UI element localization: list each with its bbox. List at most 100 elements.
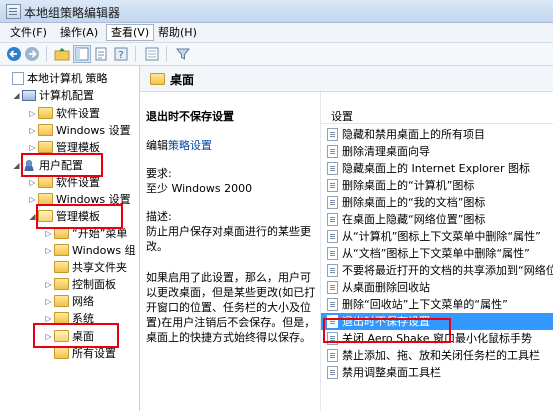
policy-setting-icon: [327, 144, 338, 158]
tree-windows-settings-computer[interactable]: ▷ Windows 设置: [28, 122, 131, 139]
setting-row[interactable]: 在桌面上隐藏“网络位置”图标: [327, 211, 553, 228]
tree-network[interactable]: ▷ 网络: [44, 293, 94, 310]
policy-setting-icon: [327, 280, 338, 294]
setting-label: 删除清理桌面向导: [342, 145, 430, 158]
up-folder-icon[interactable]: [54, 46, 70, 62]
setting-row[interactable]: 隐藏和禁用桌面上的所有项目: [327, 126, 553, 143]
expand-arrow-icon[interactable]: ▷: [44, 242, 53, 259]
setting-label: 禁用调整桌面工具栏: [342, 366, 441, 379]
policy-setting-icon: [327, 263, 338, 277]
help-icon[interactable]: ?: [113, 46, 129, 62]
toolbar: ?: [0, 43, 553, 66]
policy-setting-icon: [327, 161, 338, 175]
tree-computer-config[interactable]: ◢ 计算机配置: [12, 87, 94, 104]
tree-shared-folders[interactable]: 共享文件夹: [44, 259, 127, 276]
folder-icon: [54, 278, 69, 290]
policy-title: 退出时不保存设置: [146, 110, 234, 123]
menu-bar: 文件(F) 操作(A) 查看(V) 帮助(H): [0, 23, 553, 43]
folder-icon: [38, 176, 53, 188]
gpedit-window: 本地组策略编辑器 文件(F) 操作(A) 查看(V) 帮助(H) ? 本地计算机…: [0, 0, 553, 411]
policy-setting-icon: [327, 212, 338, 226]
export-list-icon[interactable]: [144, 46, 160, 62]
highlight-selected-setting: [323, 318, 451, 343]
policy-tree: 本地计算机 策略 ◢ 计算机配置 ▷ 软件设置 ▷ Windows 设置 ▷ 管理模板 …: [0, 66, 140, 411]
expand-arrow-icon[interactable]: ▷: [28, 122, 37, 139]
collapse-arrow-icon[interactable]: ◢: [12, 87, 21, 104]
highlight-admin-templates: [36, 204, 123, 229]
setting-label: 删除桌面上的“我的文档”图标: [342, 196, 486, 209]
policy-document-icon: [12, 71, 24, 85]
back-arrow-icon[interactable]: [6, 46, 22, 62]
policy-setting-icon: [327, 365, 338, 379]
setting-label: 不要将最近打开的文档的共享添加到“网络位: [342, 264, 553, 277]
description-detail: 如果启用了此设置，那么，用户可以更改桌面，但是某些更改(如已打开窗口的位置、任务…: [146, 271, 316, 344]
computer-icon: [22, 89, 36, 101]
tree-root[interactable]: 本地计算机 策略: [2, 70, 108, 87]
tree-windows-components[interactable]: ▷ Windows 组: [44, 242, 136, 259]
setting-label: 禁止添加、拖、放和关闭任务栏的工具栏: [342, 349, 540, 362]
setting-label: 从桌面删除回收站: [342, 281, 430, 294]
setting-label: 删除桌面上的“计算机”图标: [342, 179, 475, 192]
description-panel: 退出时不保存设置 编辑策略设置 要求: 至少 Windows 2000 描述: …: [140, 92, 320, 411]
collapse-arrow-icon[interactable]: ◢: [12, 157, 21, 174]
description-label: 描述:: [146, 210, 172, 223]
setting-row[interactable]: 从“计算机”图标上下文菜单中删除“属性”: [327, 228, 553, 245]
setting-label: 删除“回收站”上下文菜单的“属性”: [342, 298, 508, 311]
requirements-value: 至少 Windows 2000: [146, 182, 253, 195]
policy-setting-icon: [327, 195, 338, 209]
highlight-user-config: [21, 153, 103, 177]
setting-row[interactable]: 删除桌面上的“我的文档”图标: [327, 194, 553, 211]
setting-label: 从“文档”图标上下文菜单中删除“属性”: [342, 247, 530, 260]
setting-label: 隐藏和禁用桌面上的所有项目: [342, 128, 485, 141]
menu-view[interactable]: 查看(V): [106, 24, 155, 41]
settings-column-header[interactable]: 设置: [331, 108, 353, 124]
tree-software-settings-computer[interactable]: ▷ 软件设置: [28, 105, 100, 122]
setting-row[interactable]: 删除桌面上的“计算机”图标: [327, 177, 553, 194]
title-bar[interactable]: 本地组策略编辑器: [0, 0, 553, 23]
details-pane: 桌面 退出时不保存设置 编辑策略设置 要求: 至少 Windows 2000 描…: [140, 66, 553, 411]
details-header-title: 桌面: [170, 73, 195, 87]
edit-policy-link[interactable]: 策略设置: [168, 139, 212, 152]
expand-arrow-icon[interactable]: ▷: [44, 276, 53, 293]
setting-label: 隐藏桌面上的 Internet Explorer 图标: [342, 162, 530, 175]
edit-policy-line: 编辑策略设置: [146, 139, 212, 152]
folder-icon: [38, 107, 53, 119]
policy-setting-icon: [327, 348, 338, 362]
expand-arrow-icon[interactable]: ▷: [44, 293, 53, 310]
description-text: 防止用户保存对桌面进行的某些更改。: [146, 225, 311, 253]
menu-help[interactable]: 帮助(H): [154, 25, 201, 40]
setting-label: 在桌面上隐藏“网络位置”图标: [342, 213, 486, 226]
details-header: 桌面: [140, 66, 553, 92]
expand-arrow-icon[interactable]: ▷: [28, 105, 37, 122]
show-hide-tree-icon[interactable]: [73, 45, 91, 63]
setting-row[interactable]: 禁止添加、拖、放和关闭任务栏的工具栏: [327, 347, 553, 364]
policy-setting-icon: [327, 229, 338, 243]
filter-icon[interactable]: [175, 46, 191, 62]
menu-file[interactable]: 文件(F): [6, 25, 51, 40]
setting-row[interactable]: 删除“回收站”上下文菜单的“属性”: [327, 296, 553, 313]
menu-action[interactable]: 操作(A): [56, 25, 102, 40]
setting-row[interactable]: 不要将最近打开的文档的共享添加到“网络位: [327, 262, 553, 279]
folder-icon: [150, 73, 165, 85]
folder-icon: [38, 124, 53, 136]
setting-row[interactable]: 从“文档”图标上下文菜单中删除“属性”: [327, 245, 553, 262]
folder-icon: [54, 295, 69, 307]
tree-control-panel[interactable]: ▷ 控制面板: [44, 276, 116, 293]
setting-row[interactable]: 隐藏桌面上的 Internet Explorer 图标: [327, 160, 553, 177]
folder-icon: [38, 141, 53, 153]
forward-arrow-icon[interactable]: [24, 46, 40, 62]
policy-setting-icon: [327, 127, 338, 141]
setting-row[interactable]: 删除清理桌面向导: [327, 143, 553, 160]
setting-label: 从“计算机”图标上下文菜单中删除“属性”: [342, 230, 541, 243]
window-title: 本地组策略编辑器: [24, 6, 121, 20]
policy-setting-icon: [327, 178, 338, 192]
properties-icon[interactable]: [93, 46, 109, 62]
settings-list: 设置 隐藏和禁用桌面上的所有项目 删除清理桌面向导隐藏桌面上的 Internet …: [320, 92, 553, 411]
highlight-desktop: [33, 323, 119, 348]
setting-row[interactable]: 从桌面删除回收站: [327, 279, 553, 296]
folder-icon: [54, 244, 69, 256]
policy-setting-icon: [327, 246, 338, 260]
policy-editor-icon: [6, 4, 21, 19]
setting-row[interactable]: 禁用调整桌面工具栏: [327, 364, 553, 381]
folder-icon: [54, 347, 69, 359]
